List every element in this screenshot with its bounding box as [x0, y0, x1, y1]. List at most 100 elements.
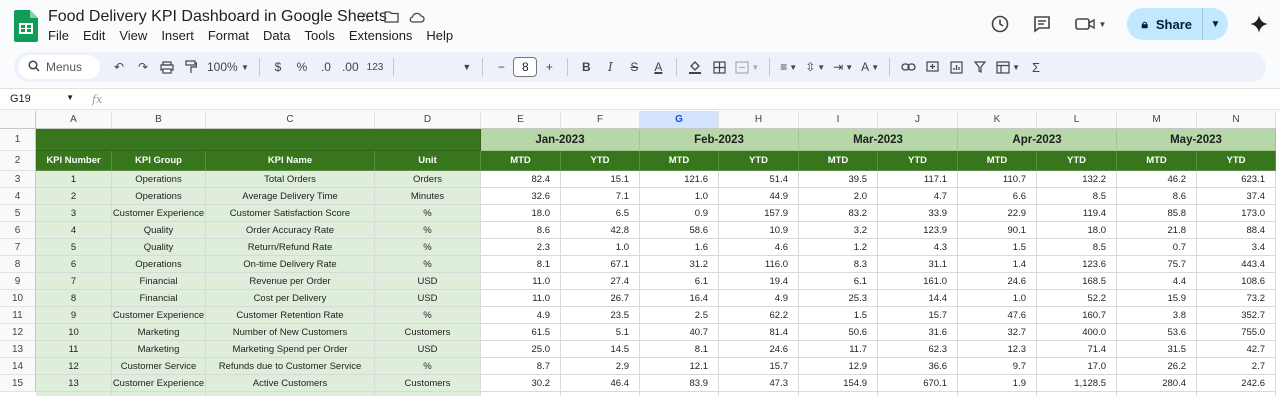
menu-help[interactable]: Help — [426, 28, 453, 43]
paint-format-icon[interactable] — [180, 56, 202, 78]
table-cell[interactable]: 4 — [36, 222, 112, 239]
table-cell[interactable]: 1.6 — [640, 239, 719, 256]
table-cell[interactable]: Operations — [112, 256, 206, 273]
currency-format-button[interactable]: $ — [267, 56, 289, 78]
table-cell[interactable]: 14.5 — [561, 341, 640, 358]
table-cell[interactable]: 15.1 — [561, 171, 640, 188]
share-dropdown-icon[interactable]: ▼ — [1202, 8, 1228, 40]
table-cell[interactable]: 11.7 — [799, 341, 878, 358]
table-column-header[interactable]: MTD — [799, 151, 878, 171]
functions-icon[interactable]: Σ — [1025, 56, 1047, 78]
table-cell[interactable]: 44.9 — [719, 188, 799, 205]
table-cell[interactable]: Number of New Customers — [206, 324, 375, 341]
table-cell[interactable]: 623.1 — [1197, 171, 1276, 188]
table-header-banner[interactable] — [36, 129, 481, 151]
star-icon[interactable]: ☆ — [357, 9, 373, 26]
table-cell[interactable]: 121.6 — [640, 171, 719, 188]
table-column-header[interactable]: Unit — [375, 151, 481, 171]
table-cell[interactable]: 4.7 — [878, 188, 958, 205]
redo-icon[interactable]: ↷ — [132, 56, 154, 78]
month-header[interactable]: May-2023 — [1117, 129, 1276, 151]
table-cell[interactable]: 23.5 — [561, 307, 640, 324]
insert-link-icon[interactable] — [897, 56, 919, 78]
table-cell[interactable]: 33.9 — [878, 205, 958, 222]
merge-cells-icon[interactable]: ▼ — [732, 56, 762, 78]
vertical-align-icon[interactable]: ⇳ ▼ — [802, 56, 828, 78]
table-cell[interactable]: Customer Service — [112, 358, 206, 375]
table-cell[interactable]: 400.0 — [1037, 324, 1117, 341]
column-header-j[interactable]: J — [878, 111, 958, 129]
table-cell[interactable]: 154.9 — [799, 375, 878, 392]
table-cell[interactable]: Marketing — [112, 341, 206, 358]
table-cell[interactable]: 19.4 — [719, 273, 799, 290]
empty-cell[interactable] — [1197, 392, 1276, 396]
font-size-decrease-button[interactable]: − — [490, 56, 512, 78]
table-cell[interactable]: 88.4 — [1197, 222, 1276, 239]
table-cell[interactable]: 12.3 — [958, 341, 1037, 358]
column-header-l[interactable]: L — [1037, 111, 1117, 129]
bold-button[interactable]: B — [575, 56, 597, 78]
menu-file[interactable]: File — [48, 28, 69, 43]
spreadsheet-grid[interactable]: A B C D E F G H I J K L M N 1 2 3 4 5 6 7 8 9 10 11 12 13 14 15 Jan-2… — [0, 111, 1280, 396]
table-cell[interactable]: 31.5 — [1117, 341, 1197, 358]
zoom-select[interactable]: 100% ▼ — [204, 56, 252, 78]
table-cell[interactable]: Revenue per Order — [206, 273, 375, 290]
table-column-header[interactable]: MTD — [1117, 151, 1197, 171]
table-cell[interactable]: 4.6 — [719, 239, 799, 256]
table-cell[interactable]: 14.4 — [878, 290, 958, 307]
document-title[interactable]: Food Delivery KPI Dashboard in Google Sh… — [48, 8, 387, 26]
table-cell[interactable]: 7 — [36, 273, 112, 290]
table-cell[interactable]: 2.9 — [561, 358, 640, 375]
menu-extensions[interactable]: Extensions — [349, 28, 413, 43]
table-cell[interactable]: 58.6 — [640, 222, 719, 239]
table-cell[interactable]: 15.9 — [1117, 290, 1197, 307]
empty-cell[interactable] — [719, 392, 799, 396]
table-cell[interactable]: 8.5 — [1037, 188, 1117, 205]
table-cell[interactable]: 73.2 — [1197, 290, 1276, 307]
table-cell[interactable]: 6.1 — [799, 273, 878, 290]
table-cell[interactable]: % — [375, 358, 481, 375]
name-box[interactable]: G19 ▼ — [0, 93, 80, 105]
table-cell[interactable]: 67.1 — [561, 256, 640, 273]
font-size-input[interactable]: 8 — [513, 57, 538, 77]
table-cell[interactable]: 119.4 — [1037, 205, 1117, 222]
table-cell[interactable]: 40.7 — [640, 324, 719, 341]
table-cell[interactable]: Return/Refund Rate — [206, 239, 375, 256]
table-cell[interactable]: 1.4 — [958, 256, 1037, 273]
table-cell[interactable]: 9 — [36, 307, 112, 324]
table-column-header[interactable]: MTD — [958, 151, 1037, 171]
percent-format-button[interactable]: % — [291, 56, 313, 78]
column-header-g[interactable]: G — [640, 111, 719, 129]
table-cell[interactable]: 8.1 — [640, 341, 719, 358]
table-cell[interactable]: % — [375, 222, 481, 239]
cloud-status-icon[interactable] — [409, 10, 425, 26]
table-cell[interactable]: 12 — [36, 358, 112, 375]
table-cell[interactable]: 32.7 — [958, 324, 1037, 341]
column-header-a[interactable]: A — [36, 111, 112, 129]
table-cell[interactable]: 4.9 — [719, 290, 799, 307]
empty-cell[interactable] — [375, 392, 481, 396]
table-cell[interactable]: Marketing — [112, 324, 206, 341]
table-cell[interactable]: 10.9 — [719, 222, 799, 239]
empty-cell[interactable] — [958, 392, 1037, 396]
table-cell[interactable]: 2 — [36, 188, 112, 205]
month-header[interactable]: Jan-2023 — [481, 129, 640, 151]
insert-chart-icon[interactable] — [945, 56, 967, 78]
empty-cell[interactable] — [878, 392, 958, 396]
table-cell[interactable]: 8.7 — [481, 358, 561, 375]
table-cell[interactable]: 8 — [36, 290, 112, 307]
row-header-13[interactable]: 13 — [0, 341, 36, 358]
table-cell[interactable]: 15.7 — [878, 307, 958, 324]
table-cell[interactable]: Customer Experience — [112, 205, 206, 222]
table-cell[interactable]: % — [375, 239, 481, 256]
move-folder-icon[interactable] — [383, 10, 399, 26]
table-cell[interactable]: 24.6 — [958, 273, 1037, 290]
borders-icon[interactable] — [708, 56, 730, 78]
table-column-header[interactable]: KPI Name — [206, 151, 375, 171]
table-cell[interactable]: 12.1 — [640, 358, 719, 375]
empty-cell[interactable] — [1117, 392, 1197, 396]
table-cell[interactable]: USD — [375, 273, 481, 290]
table-cell[interactable]: Customer Retention Rate — [206, 307, 375, 324]
table-cell[interactable]: 22.9 — [958, 205, 1037, 222]
table-cell[interactable]: 242.6 — [1197, 375, 1276, 392]
